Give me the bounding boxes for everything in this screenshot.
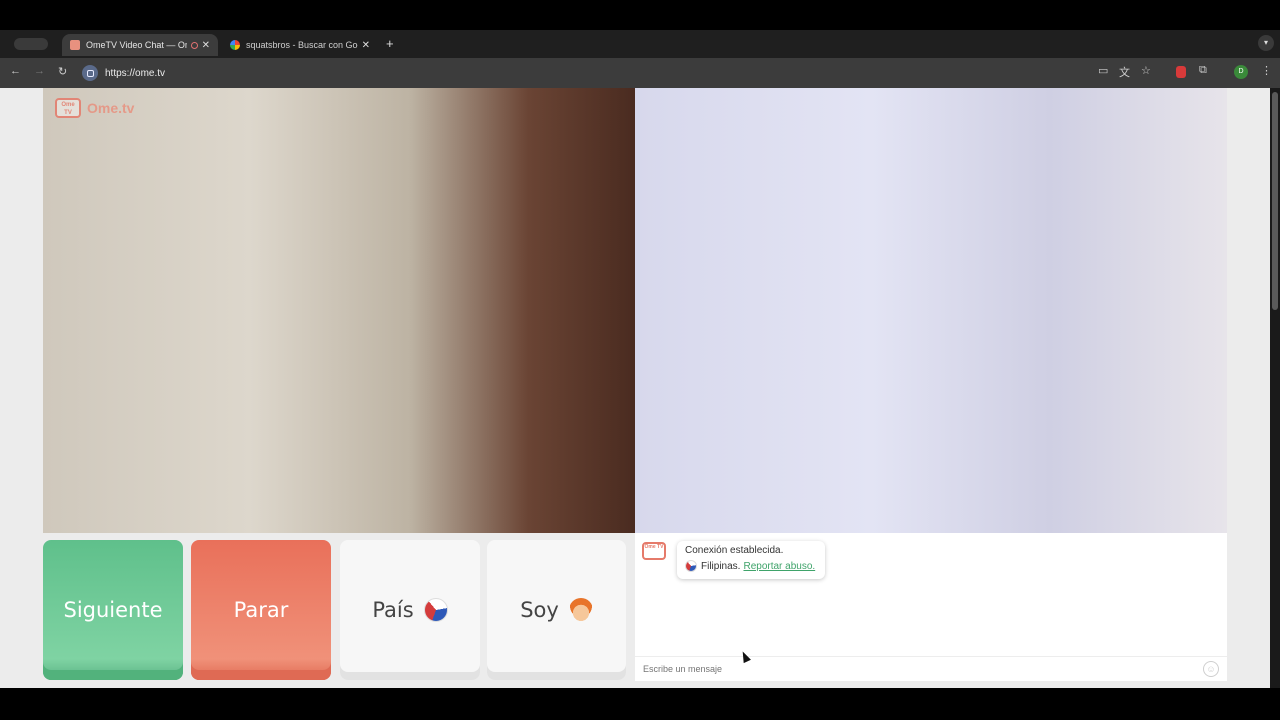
tab-title: OmeTV Video Chat — Ome	[86, 40, 187, 50]
tab-ometv[interactable]: OmeTV Video Chat — Ome ✕	[62, 34, 218, 56]
philippines-flag-icon	[423, 598, 448, 622]
gender-label: Soy	[520, 598, 559, 622]
stranger-video	[43, 88, 635, 533]
self-camera-video	[635, 88, 1227, 533]
stop-label: Parar	[233, 598, 289, 622]
tv-logo-icon: Ome TV	[55, 98, 81, 118]
close-tab-icon[interactable]: ✕	[362, 40, 370, 51]
scrollbar-thumb[interactable]	[1272, 92, 1278, 310]
tab-list-chevron-icon[interactable]: ▾	[1258, 35, 1274, 51]
message-input[interactable]	[643, 662, 1183, 676]
connection-status: Conexión establecida.	[685, 545, 784, 556]
site-info-icon[interactable]	[82, 65, 98, 81]
extensions-puzzle-icon[interactable]: ⧉	[1199, 64, 1207, 77]
country-label: País	[372, 598, 414, 622]
partner-country-line: Filipinas. Reportar abuso.	[685, 560, 817, 572]
recording-indicator-icon	[190, 41, 198, 49]
smiley-icon[interactable]: ☺	[1203, 661, 1219, 677]
browser-menu-icon[interactable]: ⋮	[1261, 64, 1272, 77]
next-button[interactable]: Siguiente	[43, 540, 183, 680]
reload-icon[interactable]: ↻	[58, 65, 67, 78]
tab-search-button[interactable]	[14, 38, 48, 50]
philippines-flag-icon	[685, 560, 697, 572]
boy-avatar-icon	[568, 598, 593, 622]
url-text[interactable]: https://ome.tv	[105, 68, 165, 79]
profile-avatar[interactable]: D	[1234, 65, 1248, 79]
chat-tv-logo-icon: Ome TV	[642, 542, 666, 560]
stop-button[interactable]: Parar	[191, 540, 331, 680]
address-bar[interactable]: https://ome.tv	[82, 63, 1082, 83]
translate-icon[interactable]: 文	[1119, 64, 1130, 80]
screen-top-bar	[0, 0, 1280, 30]
country-button[interactable]: País	[340, 540, 480, 680]
bookmark-star-icon[interactable]: ☆	[1141, 64, 1151, 77]
ometv-logo: Ome TV Ome.tv	[55, 98, 134, 118]
back-icon[interactable]: ←	[10, 65, 21, 77]
close-tab-icon[interactable]: ✕	[202, 40, 210, 51]
google-favicon-icon	[230, 40, 240, 50]
gender-button[interactable]: Soy	[487, 540, 626, 680]
tab-google-search[interactable]: squatsbros - Buscar con Goo ✕	[222, 34, 378, 56]
forward-icon[interactable]: →	[34, 65, 45, 77]
next-label: Siguiente	[63, 598, 163, 622]
ometv-favicon-icon	[70, 40, 80, 50]
extension-icon[interactable]	[1176, 66, 1186, 78]
logo-text: Ome.tv	[87, 100, 135, 116]
screen-bottom-bar	[0, 688, 1280, 720]
tab-title: squatsbros - Buscar con Goo	[246, 40, 358, 50]
chat-divider	[635, 656, 1227, 657]
partner-country: Filipinas.	[701, 560, 741, 572]
report-abuse-link[interactable]: Reportar abuso.	[743, 561, 815, 572]
cast-icon[interactable]: ▭	[1098, 64, 1108, 77]
new-tab-button[interactable]: +	[386, 36, 394, 51]
system-message: Conexión establecida. Filipinas. Reporta…	[677, 541, 825, 579]
